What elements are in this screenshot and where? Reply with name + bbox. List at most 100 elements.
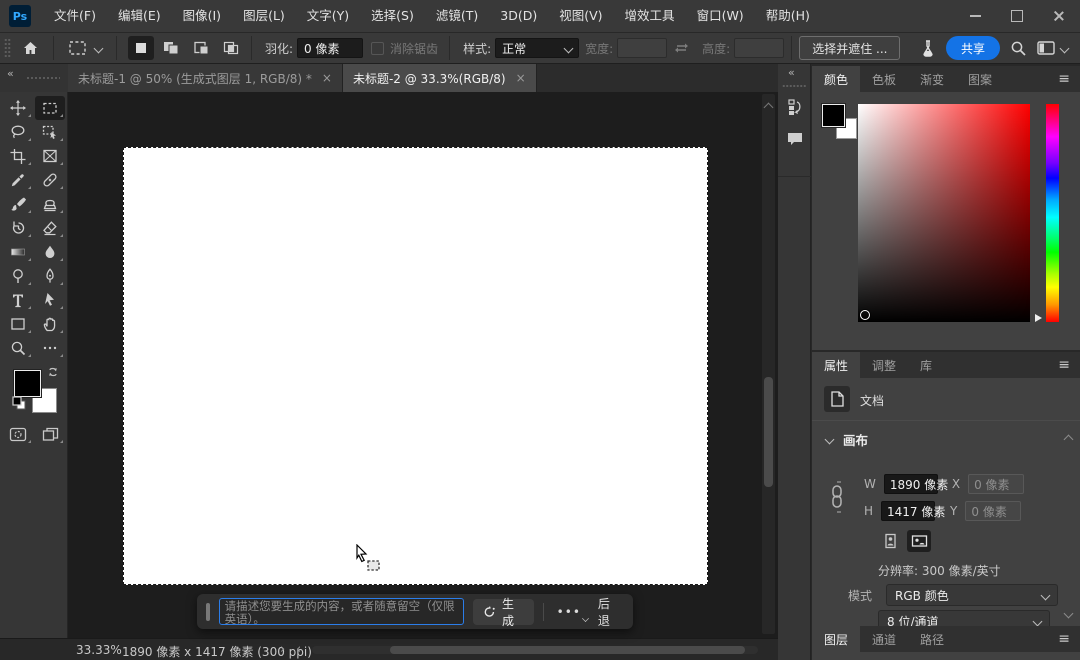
- back-button[interactable]: 后退: [594, 595, 624, 629]
- swap-colors-icon[interactable]: [47, 366, 60, 378]
- color-mode-select[interactable]: RGB 颜色: [886, 584, 1059, 606]
- hue-slider-icon[interactable]: [1035, 314, 1042, 322]
- menu-item-3[interactable]: 图层(L): [232, 0, 296, 32]
- menu-item-9[interactable]: 增效工具: [614, 0, 686, 32]
- panel-foreground-swatch[interactable]: [821, 103, 846, 128]
- generate-button[interactable]: 生成: [473, 597, 534, 628]
- color-panel-menu-icon[interactable]: ≡: [1048, 66, 1080, 92]
- menu-item-0[interactable]: 文件(F): [43, 0, 107, 32]
- type-tool[interactable]: [3, 288, 33, 312]
- zoom-level-field[interactable]: 33.33%: [76, 643, 122, 657]
- layers-panel-tab[interactable]: 路径: [908, 626, 956, 652]
- subtract-from-selection-button[interactable]: [188, 36, 214, 60]
- document-canvas[interactable]: [123, 147, 708, 585]
- brush-tool[interactable]: [3, 192, 33, 216]
- pen-tool[interactable]: [35, 264, 65, 288]
- generative-fill-prompt-input[interactable]: 请描述您要生成的内容，或者随意留空（仅限英语）。: [218, 598, 465, 625]
- document-tab-1[interactable]: 未标题-1 @ 50% (生成式图层 1, RGB/8) * ×: [68, 64, 343, 92]
- horizontal-scrollbar-thumb[interactable]: [390, 646, 745, 654]
- color-panel-tab[interactable]: 色板: [860, 66, 908, 92]
- layers-panel-tab[interactable]: 通道: [860, 626, 908, 652]
- object-selection-tool[interactable]: [35, 120, 65, 144]
- menu-item-4[interactable]: 文字(Y): [296, 0, 360, 32]
- width-field[interactable]: 1890 像素: [883, 474, 948, 494]
- crop-tool[interactable]: [3, 144, 33, 168]
- more-options-button[interactable]: •••: [553, 605, 589, 622]
- history-panel-icon[interactable]: [782, 94, 807, 119]
- clone-stamp-tool[interactable]: [35, 192, 65, 216]
- menu-item-11[interactable]: 帮助(H): [755, 0, 821, 32]
- style-select[interactable]: 正常: [495, 38, 580, 58]
- zoom-tool[interactable]: [3, 336, 33, 360]
- landscape-orientation-button[interactable]: [907, 530, 931, 552]
- vertical-scrollbar[interactable]: [762, 94, 775, 634]
- maximize-button[interactable]: [996, 0, 1038, 32]
- horizontal-scrollbar[interactable]: [312, 646, 758, 654]
- menu-item-2[interactable]: 图像(I): [172, 0, 232, 32]
- color-panel-tab[interactable]: 图案: [956, 66, 1004, 92]
- close-tab-icon[interactable]: ×: [516, 71, 526, 85]
- share-button[interactable]: 共享: [945, 36, 1000, 60]
- layers-panel-menu-icon[interactable]: ≡: [1048, 626, 1080, 652]
- height-input[interactable]: [734, 38, 785, 58]
- layers-panel-tab[interactable]: 图层: [812, 626, 861, 652]
- vertical-scrollbar-thumb[interactable]: [764, 377, 773, 487]
- screen-mode-button[interactable]: [35, 422, 65, 446]
- menu-item-5[interactable]: 选择(S): [360, 0, 425, 32]
- workspace-switcher[interactable]: [1037, 41, 1070, 55]
- scroll-left-icon[interactable]: ‹: [296, 642, 301, 657]
- intersect-selection-button[interactable]: [218, 36, 244, 60]
- menu-item-7[interactable]: 3D(D): [489, 0, 548, 32]
- edit-toolbar-button[interactable]: [35, 336, 65, 360]
- panel-scroll-up-icon[interactable]: [1063, 432, 1074, 446]
- rectangular-marquee-tool[interactable]: [34, 96, 65, 120]
- eyedropper-tool[interactable]: [3, 168, 33, 192]
- quick-mask-button[interactable]: [3, 422, 33, 446]
- scroll-up-icon[interactable]: [763, 100, 774, 114]
- close-tab-icon[interactable]: ×: [322, 71, 332, 85]
- history-brush-tool[interactable]: [3, 216, 33, 240]
- portrait-orientation-button[interactable]: [878, 530, 902, 552]
- properties-panel-tab[interactable]: 调整: [860, 352, 908, 378]
- canvas-section-header[interactable]: 画布: [824, 430, 868, 449]
- rectangle-tool[interactable]: [3, 312, 33, 336]
- eraser-tool[interactable]: [35, 216, 65, 240]
- close-button[interactable]: [1038, 0, 1080, 32]
- collapse-panels-icon[interactable]: «: [788, 66, 795, 79]
- properties-panel-menu-icon[interactable]: ≡: [1048, 352, 1080, 378]
- menu-item-8[interactable]: 视图(V): [548, 0, 613, 32]
- minimize-button[interactable]: [954, 0, 996, 32]
- hand-tool[interactable]: [35, 312, 65, 336]
- canvas-workspace[interactable]: [68, 92, 778, 638]
- taskbar-drag-handle[interactable]: [206, 602, 210, 621]
- status-options-icon[interactable]: ›: [280, 642, 285, 657]
- feather-input[interactable]: 0 像素: [297, 38, 364, 58]
- properties-panel-tab[interactable]: 库: [908, 352, 944, 378]
- default-colors-icon[interactable]: [12, 396, 26, 410]
- new-selection-button[interactable]: [128, 36, 154, 60]
- home-button[interactable]: [15, 40, 46, 56]
- foreground-color-swatch[interactable]: [13, 369, 42, 398]
- hue-strip[interactable]: [1046, 104, 1059, 322]
- lasso-tool[interactable]: [3, 120, 33, 144]
- comments-panel-icon[interactable]: [782, 126, 807, 151]
- document-tab-2[interactable]: 未标题-2 @ 33.3%(RGB/8) ×: [342, 64, 537, 92]
- menu-item-1[interactable]: 编辑(E): [107, 0, 172, 32]
- saturation-brightness-field[interactable]: [858, 104, 1030, 322]
- frame-tool[interactable]: [35, 144, 65, 168]
- tool-preset-picker[interactable]: [61, 39, 109, 57]
- gradient-tool[interactable]: [3, 240, 33, 264]
- menu-item-10[interactable]: 窗口(W): [686, 0, 755, 32]
- antialias-checkbox[interactable]: [371, 41, 385, 55]
- select-and-mask-button[interactable]: 选择并遮住 ...: [799, 36, 901, 60]
- beta-features-icon[interactable]: [920, 39, 936, 57]
- collapse-toolbar-icon[interactable]: «: [7, 67, 14, 80]
- width-input[interactable]: [617, 38, 668, 58]
- color-panel-tab[interactable]: 颜色: [812, 66, 861, 92]
- search-icon[interactable]: [1010, 40, 1027, 57]
- color-panel-tab[interactable]: 渐变: [908, 66, 956, 92]
- height-field[interactable]: 1417 像素: [881, 501, 945, 521]
- add-to-selection-button[interactable]: [158, 36, 184, 60]
- path-selection-tool[interactable]: [35, 288, 65, 312]
- menu-item-6[interactable]: 滤镜(T): [425, 0, 489, 32]
